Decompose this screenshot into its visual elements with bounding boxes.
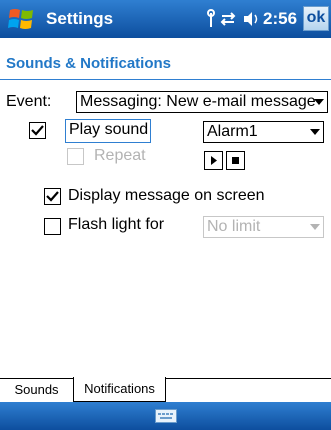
repeat-label: Repeat <box>94 147 146 164</box>
event-dropdown-value: Messaging: New e-mail message <box>80 93 316 110</box>
windows-flag-icon[interactable] <box>8 6 36 32</box>
connectivity-icon <box>207 9 215 27</box>
tab-sounds[interactable]: Sounds <box>0 378 73 402</box>
play-sound-label[interactable]: Play sound <box>69 121 148 139</box>
stop-button[interactable] <box>226 151 245 170</box>
clock-time[interactable]: 2:56 <box>263 9 297 29</box>
stop-icon <box>232 157 239 164</box>
ok-button[interactable]: ok <box>303 6 329 31</box>
play-sound-checkbox[interactable] <box>29 122 46 139</box>
play-button[interactable] <box>204 151 223 170</box>
tab-notifications[interactable]: Notifications <box>73 377 166 402</box>
keyboard-icon[interactable] <box>155 409 177 423</box>
chevron-down-icon <box>314 99 324 105</box>
chevron-down-icon <box>310 224 320 230</box>
flash-light-label[interactable]: Flash light for <box>68 216 164 234</box>
display-message-label[interactable]: Display message on screen <box>68 187 265 205</box>
volume-icon <box>244 12 258 26</box>
sound-dropdown[interactable]: Alarm1 <box>203 121 324 143</box>
flash-light-checkbox[interactable] <box>44 218 61 235</box>
data-connection-icon <box>220 12 236 26</box>
display-message-checkbox[interactable] <box>44 188 61 205</box>
sound-dropdown-value: Alarm1 <box>207 123 258 140</box>
chevron-down-icon <box>310 129 320 135</box>
checkmark-icon <box>31 125 44 136</box>
window-title: Settings <box>46 9 114 28</box>
page-title: Sounds & Notifications <box>6 55 171 72</box>
flash-duration-value: No limit <box>207 218 261 235</box>
header-divider <box>0 79 331 80</box>
event-dropdown[interactable]: Messaging: New e-mail message <box>76 91 328 113</box>
play-icon <box>211 156 217 165</box>
status-icons[interactable] <box>206 7 262 31</box>
repeat-checkbox[interactable] <box>67 148 84 165</box>
event-label: Event: <box>6 93 52 110</box>
flash-duration-dropdown[interactable]: No limit <box>203 216 324 238</box>
checkmark-icon <box>46 191 59 202</box>
